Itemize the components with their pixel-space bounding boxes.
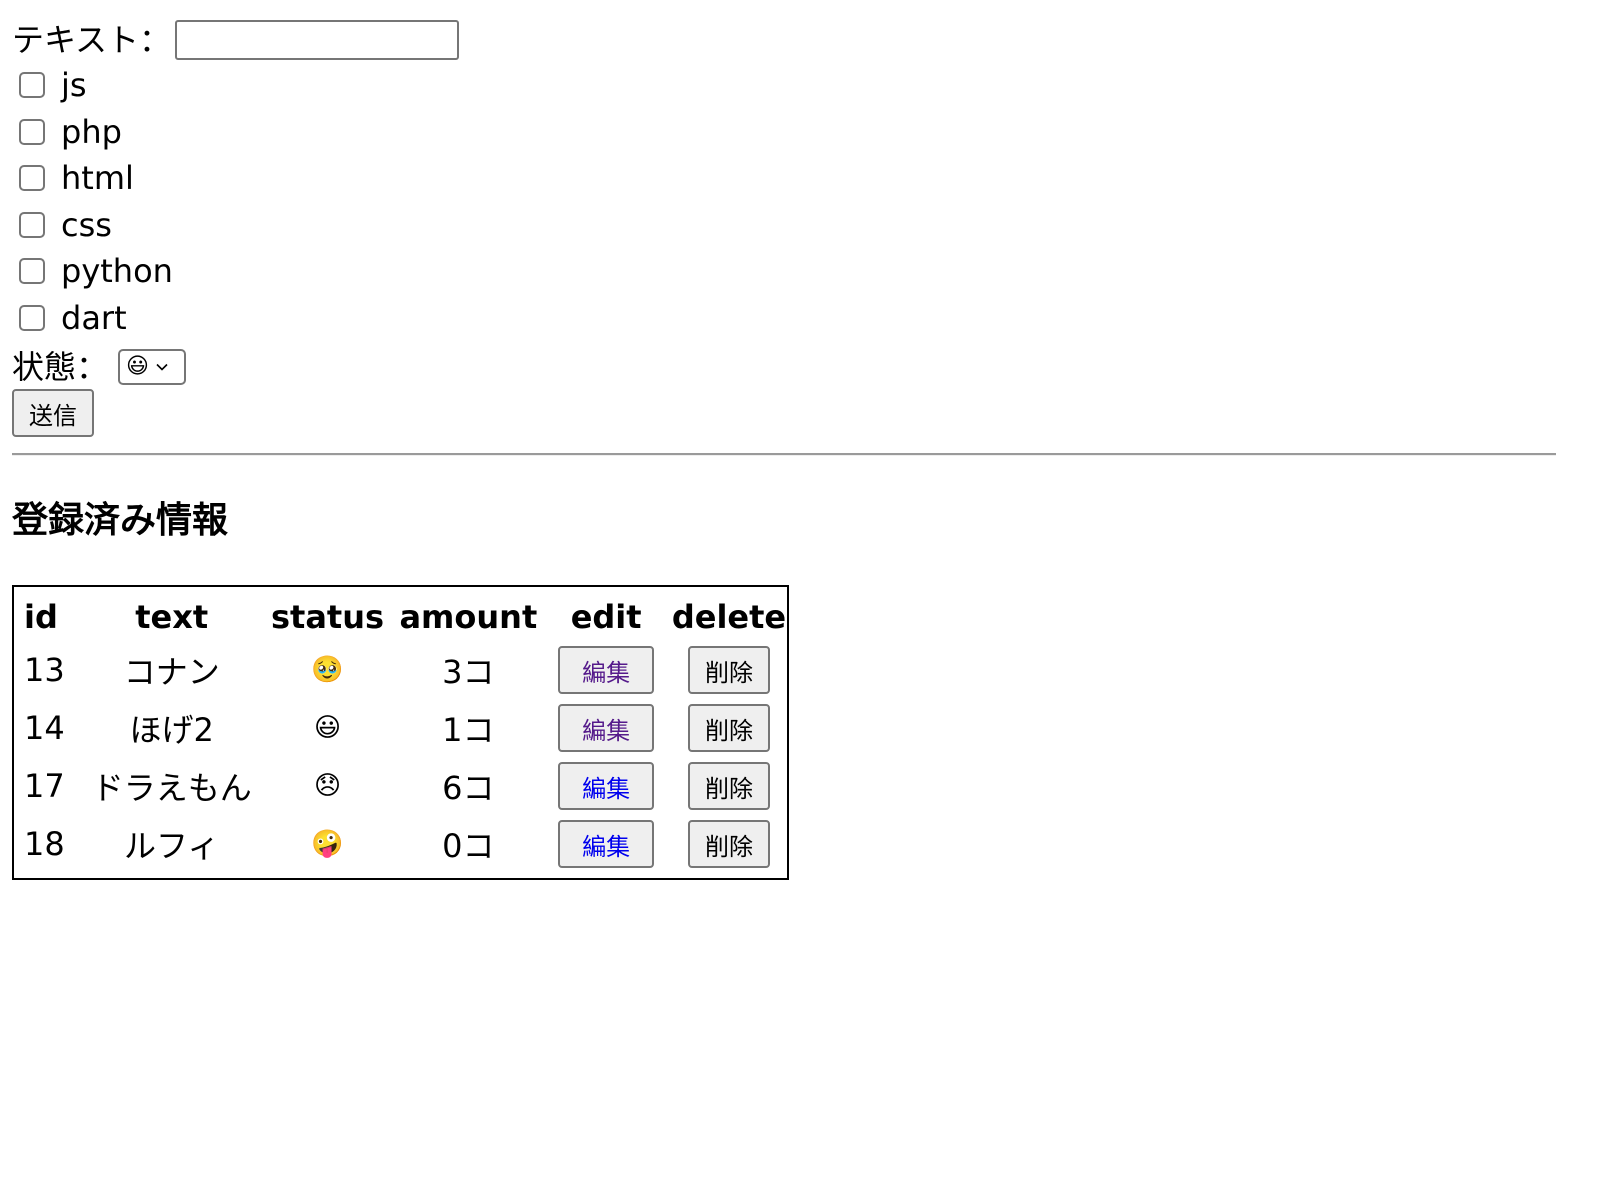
table-row: 14 ほげ2 😃 1コ 編集 削除 xyxy=(24,699,787,757)
divider xyxy=(12,453,1556,456)
cell-text: ほげ2 xyxy=(129,711,214,749)
checkbox-item-css[interactable]: css xyxy=(12,202,173,249)
table-row: 13 コナン 🥹 3コ 編集 削除 xyxy=(24,641,787,699)
cell-delete: 削除 xyxy=(671,757,787,815)
cell-amount: 1コ xyxy=(442,711,495,749)
language-checklist: js php html css python dart xyxy=(12,62,173,341)
checkbox-label: css xyxy=(61,205,112,244)
checkbox-label: js xyxy=(61,66,87,105)
delete-button[interactable]: 削除 xyxy=(687,704,770,752)
cell-id: 14 xyxy=(24,709,65,747)
cell-status: 😞 xyxy=(313,771,342,801)
checkbox-label: html xyxy=(61,159,134,198)
delete-button[interactable]: 削除 xyxy=(687,646,770,694)
cell-status: 🤪 xyxy=(311,829,344,859)
registered-table: id text status amount edit delete 13 コナン… xyxy=(12,585,789,880)
table-header-row: id text status amount edit delete xyxy=(24,593,787,641)
table-row: 18 ルフィ 🤪 0コ 編集 削除 xyxy=(24,815,787,873)
checkbox-label: dart xyxy=(61,298,127,337)
cell-id: 13 xyxy=(24,651,65,689)
checkbox-label: python xyxy=(61,252,173,291)
column-header-delete: delete xyxy=(671,598,787,636)
status-row: 状態： 😃 xyxy=(12,344,187,390)
column-header-amount: amount xyxy=(399,598,538,636)
cell-text: ドラえもん xyxy=(91,769,252,807)
cell-delete: 削除 xyxy=(671,699,787,757)
cell-amount: 6コ xyxy=(442,769,495,807)
chevron-down-icon xyxy=(156,363,168,371)
checkbox[interactable] xyxy=(19,211,45,238)
submit-button[interactable]: 送信 xyxy=(12,389,94,437)
status-label: 状態： xyxy=(12,348,109,386)
column-header-id: id xyxy=(24,598,58,636)
edit-button[interactable]: 編集 xyxy=(558,762,655,810)
column-header-status: status xyxy=(270,598,385,636)
cell-amount: 3コ xyxy=(442,653,495,691)
edit-button[interactable]: 編集 xyxy=(558,646,655,694)
checkbox[interactable] xyxy=(19,72,45,99)
cell-status: 🥹 xyxy=(311,655,344,685)
text-field-row: テキスト： xyxy=(12,16,460,64)
cell-amount: 0コ xyxy=(442,827,495,865)
cell-edit: 編集 xyxy=(541,757,671,815)
cell-edit: 編集 xyxy=(541,641,671,699)
checkbox[interactable] xyxy=(19,118,45,145)
checkbox-item-php[interactable]: php xyxy=(12,109,173,156)
cell-id: 18 xyxy=(24,825,65,863)
status-select[interactable]: 😃 xyxy=(118,349,187,385)
registered-heading: 登録済み情報 xyxy=(12,500,229,541)
cell-text: ルフィ xyxy=(124,827,220,865)
cell-status: 😃 xyxy=(313,713,342,743)
checkbox[interactable] xyxy=(19,165,45,192)
registered-table-grid: id text status amount edit delete 13 コナン… xyxy=(24,593,787,873)
text-field-label: テキスト： xyxy=(12,21,172,59)
checkbox-item-html[interactable]: html xyxy=(12,155,173,202)
cell-edit: 編集 xyxy=(541,815,671,873)
column-header-edit: edit xyxy=(570,598,642,636)
text-input[interactable] xyxy=(175,20,460,60)
delete-button[interactable]: 削除 xyxy=(687,762,770,810)
cell-delete: 削除 xyxy=(671,641,787,699)
delete-button[interactable]: 削除 xyxy=(687,820,770,868)
cell-edit: 編集 xyxy=(541,699,671,757)
checkbox[interactable] xyxy=(19,304,45,331)
cell-text: コナン xyxy=(123,653,220,691)
status-select-value: 😃 xyxy=(126,354,149,379)
checkbox[interactable] xyxy=(19,258,45,285)
edit-button[interactable]: 編集 xyxy=(558,820,655,868)
checkbox-item-python[interactable]: python xyxy=(12,248,173,295)
cell-delete: 削除 xyxy=(671,815,787,873)
cell-id: 17 xyxy=(24,767,65,805)
checkbox-item-dart[interactable]: dart xyxy=(12,295,173,342)
edit-button[interactable]: 編集 xyxy=(558,704,655,752)
column-header-text: text xyxy=(135,598,209,636)
checkbox-item-js[interactable]: js xyxy=(12,62,173,109)
checkbox-label: php xyxy=(61,112,122,151)
table-row: 17 ドラえもん 😞 6コ 編集 削除 xyxy=(24,757,787,815)
